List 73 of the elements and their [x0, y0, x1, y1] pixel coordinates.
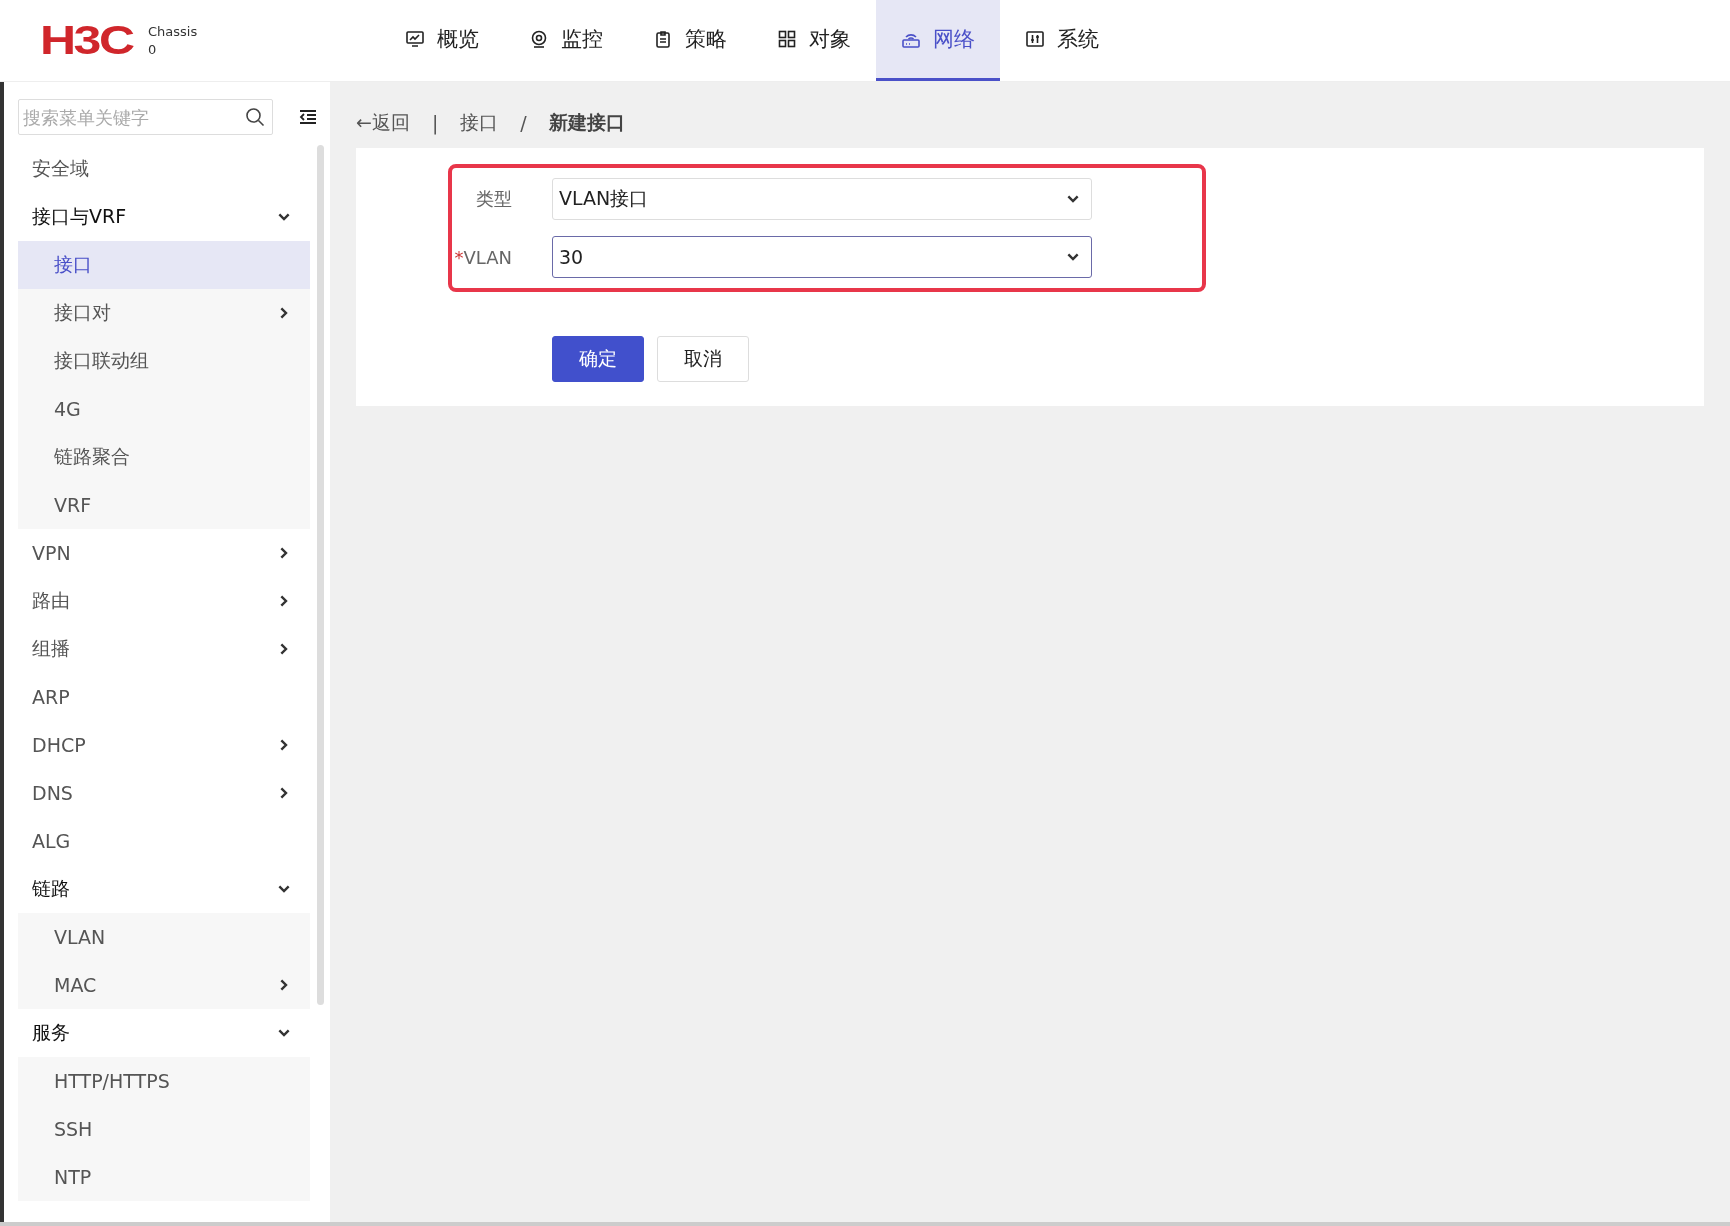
nav-tab[interactable]: 监控: [504, 0, 628, 81]
menu-label: DNS: [32, 782, 73, 804]
menu-label: 接口对: [54, 300, 111, 325]
nav-tab[interactable]: 策略: [628, 0, 752, 81]
menu-item[interactable]: DHCP: [4, 721, 310, 769]
nav-tab[interactable]: 对象: [752, 0, 876, 81]
menu-item[interactable]: 接口联动组: [18, 337, 310, 385]
menu-item[interactable]: 接口对: [18, 289, 310, 337]
menu-item[interactable]: SSH: [18, 1105, 310, 1153]
menu-item[interactable]: 服务: [4, 1009, 310, 1057]
menu-label: 链路: [32, 876, 70, 901]
collapse-menu-icon[interactable]: [299, 109, 317, 125]
menu-item[interactable]: VPN: [4, 529, 310, 577]
menu-label: DHCP: [32, 734, 86, 756]
monitor-icon: [405, 29, 425, 49]
menu-label: ALG: [32, 830, 71, 852]
logo: H3C: [40, 18, 133, 63]
nav-tab[interactable]: 系统: [1000, 0, 1124, 81]
menu-item[interactable]: 接口: [18, 241, 310, 289]
menu-label: MAC: [54, 974, 97, 996]
menu-item[interactable]: 链路: [4, 865, 310, 913]
menu-item[interactable]: VRF: [18, 481, 310, 529]
device-value: 0: [148, 40, 158, 59]
menu-label: 接口与VRF: [32, 204, 127, 229]
confirm-button[interactable]: 确定: [552, 336, 644, 382]
breadcrumb-separator: |: [431, 112, 439, 134]
menu-item[interactable]: 路由: [4, 577, 310, 625]
search-field[interactable]: 搜索菜单关键字: [18, 99, 273, 135]
menu-item[interactable]: 4G: [18, 385, 310, 433]
menu-label: 路由: [32, 588, 70, 613]
menu-label: NTP: [54, 1166, 92, 1188]
menu-item[interactable]: 接口与VRF: [4, 193, 310, 241]
menu-item[interactable]: 组播: [4, 625, 310, 673]
nav-tab[interactable]: 概览: [380, 0, 504, 81]
menu-label: 接口: [54, 252, 92, 277]
back-link[interactable]: ←返回: [356, 110, 410, 136]
menu-label: 链路聚合: [54, 444, 130, 469]
menu-item[interactable]: HTTP/HTTPS: [18, 1057, 310, 1105]
menu-label: 4G: [54, 398, 81, 420]
menu-item[interactable]: NTP: [18, 1153, 310, 1201]
menu-item[interactable]: ALG: [4, 817, 310, 865]
menu-item[interactable]: VLAN: [18, 913, 310, 961]
menu-label: 组播: [32, 636, 70, 661]
field-label: 类型: [475, 187, 512, 211]
menu-label: 安全域: [32, 156, 89, 181]
scrollbar[interactable]: [317, 145, 324, 1005]
cancel-button[interactable]: 取消: [657, 336, 749, 382]
search-icon: [245, 107, 265, 127]
menu-item[interactable]: MAC: [18, 961, 310, 1009]
select-field[interactable]: VLAN接口: [552, 178, 1092, 220]
select-field[interactable]: 30: [552, 236, 1092, 278]
breadcrumb-item[interactable]: 接口: [460, 110, 499, 136]
nav-tab[interactable]: 网络: [876, 0, 1000, 81]
menu-label: 服务: [32, 1020, 70, 1045]
grid-icon: [777, 29, 797, 49]
menu-label: ARP: [32, 686, 70, 708]
device-label: Chassis: [148, 22, 198, 41]
menu-item[interactable]: DNS: [4, 769, 310, 817]
location-icon: [529, 29, 549, 49]
menu-label: 接口联动组: [54, 348, 149, 373]
breadcrumb-divider: /: [520, 112, 527, 134]
breadcrumb-item: 新建接口: [548, 110, 625, 135]
menu-label: VPN: [32, 542, 71, 564]
field-label: *VLAN: [453, 246, 512, 268]
menu-label: VRF: [54, 494, 92, 516]
menu-item[interactable]: 链路聚合: [18, 433, 310, 481]
sliders-icon: [1025, 29, 1045, 49]
menu-label: VLAN: [54, 926, 106, 948]
menu-label: SSH: [54, 1118, 93, 1140]
menu-label: HTTP/HTTPS: [54, 1070, 170, 1092]
clipboard-icon: [653, 29, 673, 49]
menu-item[interactable]: ARP: [4, 673, 310, 721]
menu-item[interactable]: 安全域: [4, 145, 310, 193]
